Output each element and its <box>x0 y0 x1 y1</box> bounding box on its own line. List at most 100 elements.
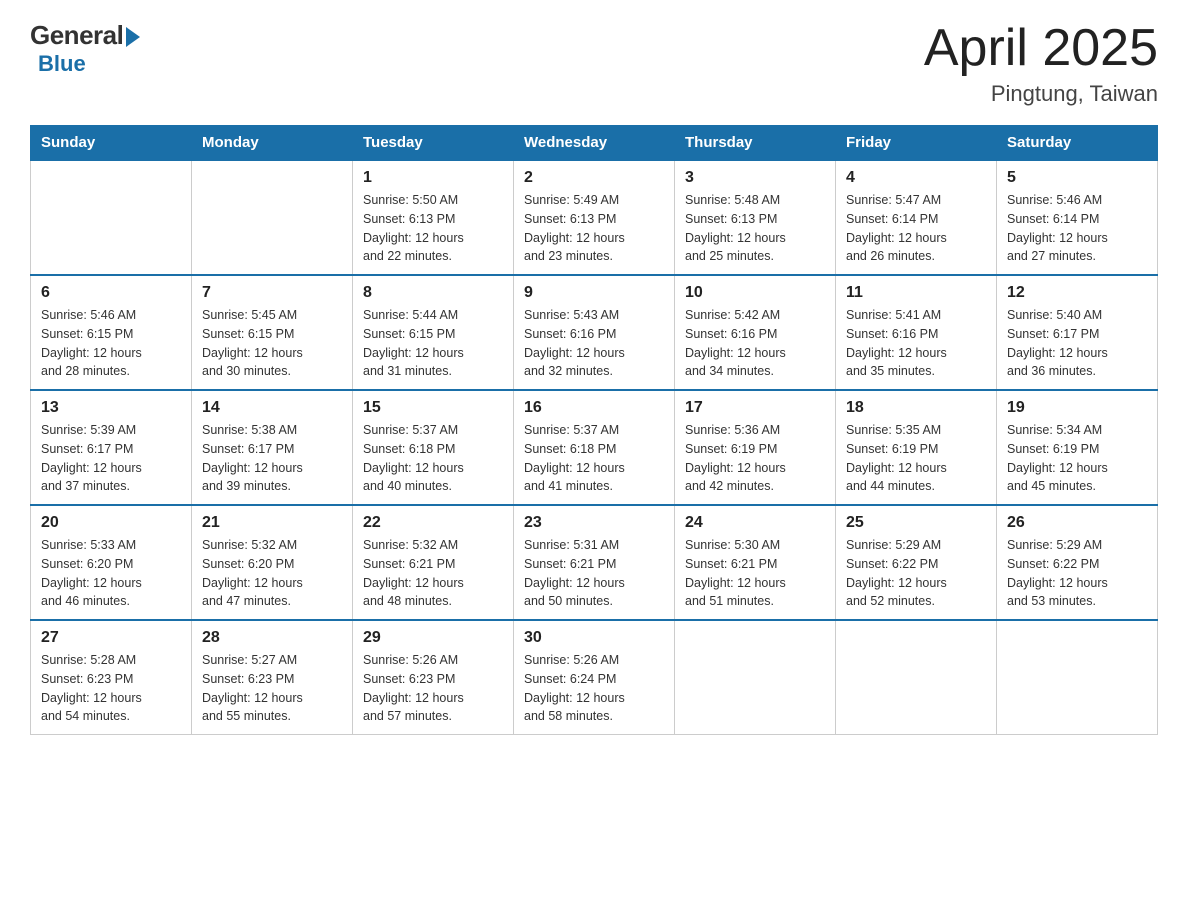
calendar-cell: 8 Sunrise: 5:44 AM Sunset: 6:15 PM Daylig… <box>353 275 514 390</box>
day-info: Sunrise: 5:27 AM Sunset: 6:23 PM Dayligh… <box>202 651 342 726</box>
day-number: 6 <box>41 284 181 302</box>
calendar-cell: 5Sunrise: 5:46 AM Sunset: 6:14 PM Daylig… <box>997 160 1158 275</box>
calendar-cell <box>997 620 1158 735</box>
calendar-cell: 14Sunrise: 5:38 AM Sunset: 6:17 PM Dayli… <box>192 390 353 505</box>
calendar-cell: 28Sunrise: 5:27 AM Sunset: 6:23 PM Dayli… <box>192 620 353 735</box>
day-number: 1 <box>363 169 503 187</box>
calendar-cell: 1 Sunrise: 5:50 AM Sunset: 6:13 PM Daylig… <box>353 160 514 275</box>
day-info: Sunrise: 5:29 AM Sunset: 6:22 PM Dayligh… <box>846 536 986 611</box>
calendar-cell: 18 Sunrise: 5:35 AM Sunset: 6:19 PM Dayli… <box>836 390 997 505</box>
calendar-cell <box>836 620 997 735</box>
day-number: 7 <box>202 284 342 302</box>
calendar-cell: 11 Sunrise: 5:41 AM Sunset: 6:16 PM Dayli… <box>836 275 997 390</box>
calendar-cell: 13 Sunrise: 5:39 AM Sunset: 6:17 PM Dayli… <box>31 390 192 505</box>
day-number: 11 <box>846 284 986 302</box>
day-info: Sunrise: 5:32 AM Sunset: 6:20 PM Dayligh… <box>202 536 342 611</box>
day-info: Sunrise: 5:26 AM Sunset: 6:23 PM Dayligh… <box>363 651 503 726</box>
day-info: Sunrise: 5:43 AM Sunset: 6:16 PM Dayligh… <box>524 306 664 381</box>
day-info: Sunrise: 5:45 AM Sunset: 6:15 PM Dayligh… <box>202 306 342 381</box>
calendar-cell: 12 Sunrise: 5:40 AM Sunset: 6:17 PM Dayli… <box>997 275 1158 390</box>
day-info: Sunrise: 5:31 AM Sunset: 6:21 PM Dayligh… <box>524 536 664 611</box>
calendar-cell: 30 Sunrise: 5:26 AM Sunset: 6:24 PM Dayli… <box>514 620 675 735</box>
calendar-cell: 17 Sunrise: 5:36 AM Sunset: 6:19 PM Dayli… <box>675 390 836 505</box>
weekday-header-row: Sunday Monday Tuesday Wednesday Thursday… <box>31 126 1158 161</box>
calendar-cell: 25 Sunrise: 5:29 AM Sunset: 6:22 PM Dayli… <box>836 505 997 620</box>
week-row-3: 13 Sunrise: 5:39 AM Sunset: 6:17 PM Dayli… <box>31 390 1158 505</box>
day-info: Sunrise: 5:50 AM Sunset: 6:13 PM Dayligh… <box>363 191 503 266</box>
calendar-cell <box>192 160 353 275</box>
calendar-cell: 24 Sunrise: 5:30 AM Sunset: 6:21 PM Dayli… <box>675 505 836 620</box>
day-number: 17 <box>685 399 825 417</box>
day-number: 10 <box>685 284 825 302</box>
day-number: 30 <box>524 629 664 647</box>
day-number: 27 <box>41 629 181 647</box>
week-row-5: 27 Sunrise: 5:28 AM Sunset: 6:23 PM Dayli… <box>31 620 1158 735</box>
title-block: April 2025 Pingtung, Taiwan <box>924 20 1158 107</box>
day-number: 2 <box>524 169 664 187</box>
day-number: 15 <box>363 399 503 417</box>
day-number: 18 <box>846 399 986 417</box>
calendar-table: Sunday Monday Tuesday Wednesday Thursday… <box>30 125 1158 735</box>
page-header: General Blue April 2025 Pingtung, Taiwan <box>30 20 1158 107</box>
calendar-cell: 27 Sunrise: 5:28 AM Sunset: 6:23 PM Dayli… <box>31 620 192 735</box>
calendar-cell: 10 Sunrise: 5:42 AM Sunset: 6:16 PM Dayli… <box>675 275 836 390</box>
day-number: 12 <box>1007 284 1147 302</box>
header-thursday: Thursday <box>675 126 836 161</box>
day-number: 8 <box>363 284 503 302</box>
day-info: Sunrise: 5:32 AM Sunset: 6:21 PM Dayligh… <box>363 536 503 611</box>
day-number: 14 <box>202 399 342 417</box>
header-monday: Monday <box>192 126 353 161</box>
day-number: 13 <box>41 399 181 417</box>
week-row-4: 20Sunrise: 5:33 AM Sunset: 6:20 PM Dayli… <box>31 505 1158 620</box>
calendar-cell: 29 Sunrise: 5:26 AM Sunset: 6:23 PM Dayli… <box>353 620 514 735</box>
day-info: Sunrise: 5:35 AM Sunset: 6:19 PM Dayligh… <box>846 421 986 496</box>
day-info: Sunrise: 5:46 AM Sunset: 6:15 PM Dayligh… <box>41 306 181 381</box>
day-number: 23 <box>524 514 664 532</box>
calendar-cell: 23 Sunrise: 5:31 AM Sunset: 6:21 PM Dayli… <box>514 505 675 620</box>
calendar-cell: 26 Sunrise: 5:29 AM Sunset: 6:22 PM Dayli… <box>997 505 1158 620</box>
calendar-cell <box>675 620 836 735</box>
header-saturday: Saturday <box>997 126 1158 161</box>
day-info: Sunrise: 5:40 AM Sunset: 6:17 PM Dayligh… <box>1007 306 1147 381</box>
calendar-cell: 7 Sunrise: 5:45 AM Sunset: 6:15 PM Daylig… <box>192 275 353 390</box>
day-info: Sunrise: 5:41 AM Sunset: 6:16 PM Dayligh… <box>846 306 986 381</box>
calendar-cell: 6 Sunrise: 5:46 AM Sunset: 6:15 PM Daylig… <box>31 275 192 390</box>
day-info: Sunrise: 5:28 AM Sunset: 6:23 PM Dayligh… <box>41 651 181 726</box>
calendar-title: April 2025 <box>924 20 1158 77</box>
header-tuesday: Tuesday <box>353 126 514 161</box>
day-number: 24 <box>685 514 825 532</box>
calendar-cell: 9 Sunrise: 5:43 AM Sunset: 6:16 PM Daylig… <box>514 275 675 390</box>
day-number: 9 <box>524 284 664 302</box>
calendar-cell: 22Sunrise: 5:32 AM Sunset: 6:21 PM Dayli… <box>353 505 514 620</box>
week-row-1: 1 Sunrise: 5:50 AM Sunset: 6:13 PM Daylig… <box>31 160 1158 275</box>
week-row-2: 6 Sunrise: 5:46 AM Sunset: 6:15 PM Daylig… <box>31 275 1158 390</box>
day-info: Sunrise: 5:36 AM Sunset: 6:19 PM Dayligh… <box>685 421 825 496</box>
calendar-cell: 2Sunrise: 5:49 AM Sunset: 6:13 PM Daylig… <box>514 160 675 275</box>
day-info: Sunrise: 5:37 AM Sunset: 6:18 PM Dayligh… <box>524 421 664 496</box>
day-number: 20 <box>41 514 181 532</box>
calendar-cell: 4 Sunrise: 5:47 AM Sunset: 6:14 PM Daylig… <box>836 160 997 275</box>
day-info: Sunrise: 5:39 AM Sunset: 6:17 PM Dayligh… <box>41 421 181 496</box>
day-number: 29 <box>363 629 503 647</box>
day-info: Sunrise: 5:37 AM Sunset: 6:18 PM Dayligh… <box>363 421 503 496</box>
day-info: Sunrise: 5:29 AM Sunset: 6:22 PM Dayligh… <box>1007 536 1147 611</box>
day-number: 4 <box>846 169 986 187</box>
day-number: 26 <box>1007 514 1147 532</box>
calendar-cell: 15 Sunrise: 5:37 AM Sunset: 6:18 PM Dayli… <box>353 390 514 505</box>
logo: General Blue <box>30 20 140 77</box>
calendar-cell: 3Sunrise: 5:48 AM Sunset: 6:13 PM Daylig… <box>675 160 836 275</box>
day-info: Sunrise: 5:47 AM Sunset: 6:14 PM Dayligh… <box>846 191 986 266</box>
day-number: 25 <box>846 514 986 532</box>
calendar-cell <box>31 160 192 275</box>
logo-blue-text: Blue <box>38 51 86 77</box>
header-wednesday: Wednesday <box>514 126 675 161</box>
day-number: 3 <box>685 169 825 187</box>
day-number: 21 <box>202 514 342 532</box>
day-info: Sunrise: 5:44 AM Sunset: 6:15 PM Dayligh… <box>363 306 503 381</box>
day-info: Sunrise: 5:30 AM Sunset: 6:21 PM Dayligh… <box>685 536 825 611</box>
day-info: Sunrise: 5:46 AM Sunset: 6:14 PM Dayligh… <box>1007 191 1147 266</box>
day-info: Sunrise: 5:42 AM Sunset: 6:16 PM Dayligh… <box>685 306 825 381</box>
day-number: 19 <box>1007 399 1147 417</box>
calendar-location: Pingtung, Taiwan <box>924 81 1158 107</box>
day-info: Sunrise: 5:26 AM Sunset: 6:24 PM Dayligh… <box>524 651 664 726</box>
